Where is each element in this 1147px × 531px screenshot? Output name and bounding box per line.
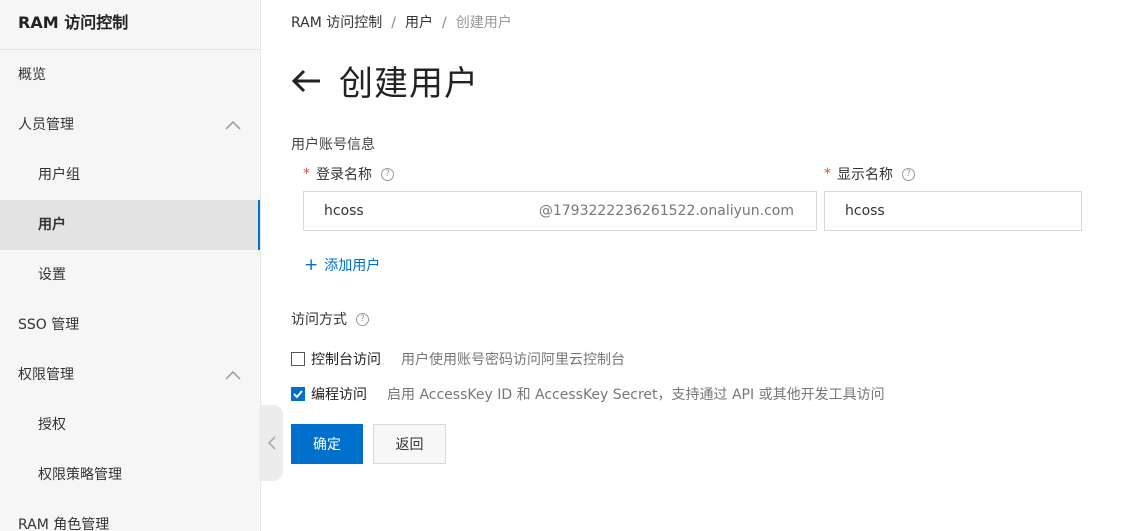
access-method-label: 访问方式 ? <box>291 309 369 329</box>
programmatic-access-description: 启用 AccessKey ID 和 AccessKey Secret，支持通过 … <box>387 387 885 403</box>
login-name-value: hcoss <box>324 203 364 219</box>
arrow-left-icon[interactable] <box>291 68 321 94</box>
programmatic-access-checkbox[interactable] <box>291 387 305 401</box>
console-access-description: 用户使用账号密码访问阿里云控制台 <box>401 352 625 368</box>
breadcrumb-separator: / <box>391 15 396 31</box>
confirm-button[interactable]: 确定 <box>291 424 363 464</box>
sidebar-item-ram-roles[interactable]: RAM 角色管理 <box>0 500 260 531</box>
login-name-label: * 登录名称 ? <box>303 164 394 184</box>
sidebar-title: RAM 访问控制 <box>0 0 260 50</box>
help-icon[interactable]: ? <box>356 312 369 326</box>
add-user-button[interactable]: + 添加用户 <box>304 255 380 275</box>
breadcrumb-item-users[interactable]: 用户 <box>405 15 433 31</box>
page-title: 创建用户 <box>339 64 479 104</box>
login-name-input[interactable]: hcoss @1793222236261522.onaliyun.com <box>303 191 817 231</box>
sidebar-collapse-button[interactable] <box>261 405 283 481</box>
sidebar-item-user-groups[interactable]: 用户组 <box>0 150 260 200</box>
chevron-up-icon[interactable] <box>224 350 242 400</box>
chevron-left-icon <box>267 436 276 450</box>
console-access-label: 控制台访问 <box>311 352 381 368</box>
access-method-label-text: 访问方式 <box>291 312 347 328</box>
help-icon[interactable]: ? <box>381 167 394 181</box>
sidebar-item-label: 权限管理 <box>18 367 74 383</box>
back-button[interactable]: 返回 <box>373 424 446 464</box>
page-header: 创建用户 <box>291 56 479 105</box>
sidebar-item-users[interactable]: 用户 <box>0 200 260 250</box>
sidebar-item-authorization[interactable]: 授权 <box>0 400 260 450</box>
sidebar-item-overview[interactable]: 概览 <box>0 50 260 100</box>
display-name-label: * 显示名称 ? <box>824 164 915 184</box>
main-content: RAM 访问控制 / 用户 / 创建用户 创建用户 用户账号信息 * 登录名称 ? hc… <box>291 0 1147 531</box>
checkmark-icon <box>293 390 303 399</box>
breadcrumb-item-current: 创建用户 <box>455 15 512 31</box>
login-name-domain-suffix: @1793222236261522.onaliyun.com <box>538 203 794 219</box>
add-user-label: 添加用户 <box>324 258 381 274</box>
required-mark: * <box>303 166 310 182</box>
breadcrumb: RAM 访问控制 / 用户 / 创建用户 <box>291 12 512 32</box>
plus-icon: + <box>304 255 319 275</box>
sidebar-item-label: 人员管理 <box>18 117 74 133</box>
display-name-value: hcoss <box>845 203 885 219</box>
sidebar-item-permission-management[interactable]: 权限管理 <box>0 350 260 400</box>
sidebar-item-settings[interactable]: 设置 <box>0 250 260 300</box>
sidebar: RAM 访问控制 概览 人员管理 用户组 用户 设置 SSO 管理 权限管理 授… <box>0 0 261 531</box>
sidebar-item-sso[interactable]: SSO 管理 <box>0 300 260 350</box>
breadcrumb-separator: / <box>442 15 447 31</box>
display-name-label-text: 显示名称 <box>837 167 893 183</box>
required-mark: * <box>824 166 831 182</box>
section-label-account-info: 用户账号信息 <box>291 137 375 153</box>
help-icon[interactable]: ? <box>902 167 915 181</box>
console-access-checkbox[interactable] <box>291 352 305 366</box>
sidebar-item-policy-management[interactable]: 权限策略管理 <box>0 450 260 500</box>
breadcrumb-item-ram[interactable]: RAM 访问控制 <box>291 15 382 31</box>
sidebar-item-people-management[interactable]: 人员管理 <box>0 100 260 150</box>
console-access-option[interactable]: 控制台访问 用户使用账号密码访问阿里云控制台 <box>291 349 625 369</box>
login-name-label-text: 登录名称 <box>316 167 372 183</box>
programmatic-access-option[interactable]: 编程访问 启用 AccessKey ID 和 AccessKey Secret，… <box>291 384 885 404</box>
display-name-input[interactable]: hcoss <box>824 191 1082 231</box>
chevron-up-icon[interactable] <box>224 100 242 150</box>
programmatic-access-label: 编程访问 <box>311 387 367 403</box>
